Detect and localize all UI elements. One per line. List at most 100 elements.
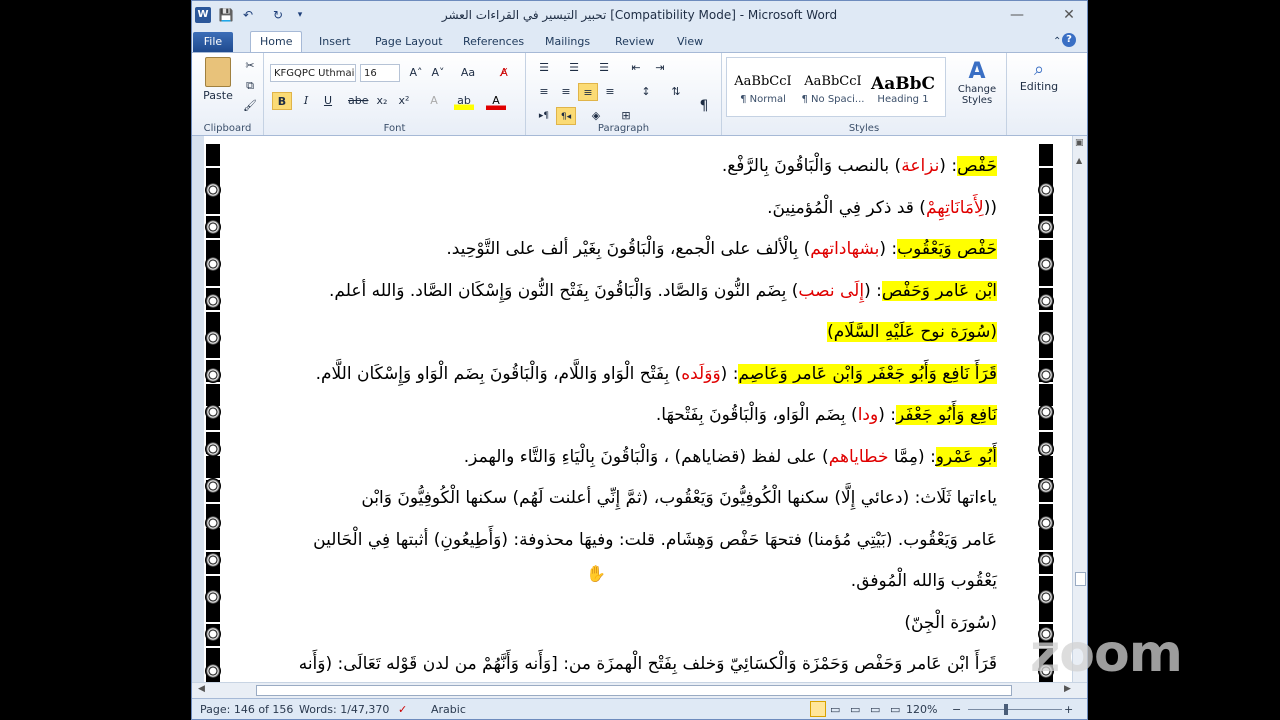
paste-icon — [205, 57, 231, 87]
text-run: : ( — [720, 363, 739, 384]
outline-icon[interactable]: ▭ — [870, 703, 880, 716]
editing-group: ⌕ Editing — [1007, 53, 1071, 135]
border-ornament — [205, 293, 221, 309]
tab-home[interactable]: Home — [250, 31, 303, 52]
tab-view[interactable]: View — [668, 32, 712, 52]
paste-button[interactable]: Paste — [200, 57, 236, 107]
grow-font-button[interactable]: A˄ — [406, 64, 426, 82]
tab-review[interactable]: Review — [606, 32, 663, 52]
shrink-font-button[interactable]: A˅ — [428, 64, 448, 82]
text-run: ) على لفظ (قضاياهم) ، وَالْبَاقُونَ بِال… — [463, 446, 829, 467]
tab-mailings[interactable]: Mailings — [536, 32, 599, 52]
proofing-icon[interactable]: ✓ — [398, 703, 407, 716]
document-line[interactable]: نَافِع وَأَبُو جَعْفَر: (ودا) بِضَم الْو… — [252, 395, 997, 437]
highlight-icon[interactable]: ab — [454, 92, 474, 110]
justify-icon[interactable]: ≡ — [600, 83, 620, 101]
zoom-out-icon[interactable]: − — [952, 703, 961, 716]
highlighted-text: ابْن عَامر وَحَفْص — [881, 280, 997, 301]
document-line[interactable]: قَرَأَ ابْن عَامر وَحَفْص وَحَمْزَة وَال… — [252, 644, 997, 682]
style-no-spacing[interactable]: AaBbCcI ¶ No Spaci... — [799, 64, 867, 120]
text-run: ) قد ذكر فِي الْمُؤمنِينَ. — [767, 197, 926, 218]
scroll-up-icon[interactable]: ▲ — [1076, 156, 1082, 165]
document-line[interactable]: قَرَأَ نَافِع وَأَبُو جَعْفَر وَابْن عَا… — [252, 354, 997, 396]
tab-file[interactable]: File — [193, 32, 233, 52]
sort-icon[interactable]: ⇅ — [666, 83, 686, 101]
full-screen-reading-icon[interactable]: ▭ — [830, 703, 840, 716]
scroll-right-icon[interactable]: ▶ — [1064, 684, 1071, 694]
styles-group: AaBbCcI ¶ Normal AaBbCcI ¶ No Spaci... A… — [722, 53, 1007, 135]
style-normal-name: ¶ Normal — [740, 94, 786, 105]
document-line[interactable]: حَفْص: (نزاعة) بالنصب وَالْبَاقُونَ بِال… — [252, 146, 997, 188]
bullets-icon[interactable]: ☰ — [534, 59, 554, 77]
zoom-slider-thumb[interactable] — [1004, 704, 1008, 715]
document-line[interactable]: ياءاتها ثَلَاث: (دعائي إِلَّا) سكنها الْ… — [252, 478, 997, 520]
strikethrough-button[interactable]: abe — [348, 92, 369, 110]
format-painter-icon[interactable]: 🖌 — [240, 97, 260, 115]
border-ornament — [1038, 552, 1054, 568]
increase-indent-icon[interactable]: ⇥ — [650, 59, 670, 77]
align-center-icon[interactable]: ≡ — [556, 83, 576, 101]
editing-button[interactable]: ⌕ Editing — [1015, 59, 1063, 93]
print-layout-icon[interactable] — [810, 701, 826, 717]
page-count[interactable]: Page: 146 of 156 — [200, 703, 293, 716]
ruler-toggle-icon[interactable]: ▣ — [1075, 138, 1084, 148]
text-effects-icon[interactable]: A — [424, 92, 444, 110]
line-spacing-icon[interactable]: ↕ — [636, 83, 656, 101]
close-button[interactable]: ✕ — [1054, 5, 1084, 25]
vertical-scroll-thumb[interactable] — [1075, 572, 1086, 586]
scroll-left-icon[interactable]: ◀ — [198, 684, 205, 694]
change-case-button[interactable]: Aa — [458, 64, 478, 82]
clear-formatting-icon[interactable]: A̸ — [494, 64, 514, 82]
border-ornament — [205, 626, 221, 642]
zoom-in-icon[interactable]: + — [1064, 703, 1073, 716]
font-color-icon[interactable]: A — [486, 92, 506, 110]
underline-button[interactable]: U — [318, 92, 338, 110]
maximize-button[interactable] — [1005, 5, 1035, 25]
font-size-select[interactable]: 16 — [360, 64, 400, 82]
tab-page-layout[interactable]: Page Layout — [366, 32, 452, 52]
change-styles-button[interactable]: A Change Styles — [952, 59, 1002, 117]
red-text: ودا — [857, 405, 879, 425]
document-line[interactable]: (سُورَة الْجِنّ) — [252, 603, 997, 645]
text-run: عَامر وَيَعْقُوب. (بَيْتِي مُؤمنا) فتحهَ… — [313, 529, 997, 550]
web-layout-icon[interactable]: ▭ — [850, 703, 860, 716]
font-name-select[interactable]: KFGQPC Uthmai — [270, 64, 356, 82]
horizontal-scrollbar[interactable]: ◀ ▶ — [192, 682, 1087, 698]
superscript-button[interactable]: x² — [394, 92, 414, 110]
language-indicator[interactable]: Arabic — [431, 703, 466, 716]
cut-icon[interactable]: ✂ — [240, 57, 260, 75]
bold-button[interactable]: B — [272, 92, 292, 110]
change-styles-label: Change Styles — [957, 84, 997, 106]
draft-icon[interactable]: ▭ — [890, 703, 900, 716]
border-ornament — [1038, 589, 1054, 605]
border-ornament — [205, 182, 221, 198]
style-normal[interactable]: AaBbCcI ¶ Normal — [729, 64, 797, 120]
document-line[interactable]: حَفْص وَيَعْقُوب: (بشهاداتهم) بِالْألف ع… — [252, 229, 997, 271]
horizontal-scroll-thumb[interactable] — [256, 685, 1012, 696]
multilevel-list-icon[interactable]: ☰ — [594, 59, 614, 77]
help-icon[interactable]: ? — [1062, 33, 1076, 47]
document-line[interactable]: ((لِأَمَانَاتِهِمْ) قد ذكر فِي الْمُؤمنِ… — [252, 188, 997, 230]
zoom-slider[interactable] — [968, 709, 1062, 710]
document-text[interactable]: حَفْص: (نزاعة) بالنصب وَالْبَاقُونَ بِال… — [252, 146, 997, 682]
document-area[interactable]: حَفْص: (نزاعة) بالنصب وَالْبَاقُونَ بِال… — [192, 136, 1072, 682]
zoom-level[interactable]: 120% — [906, 703, 937, 716]
style-heading-1[interactable]: AaBbC Heading 1 — [869, 64, 937, 120]
subscript-button[interactable]: x₂ — [372, 92, 392, 110]
align-right-icon[interactable]: ≡ — [578, 83, 598, 101]
vertical-scrollbar[interactable]: ▣ ▲ — [1072, 136, 1087, 682]
align-left-icon[interactable]: ≡ — [534, 83, 554, 101]
italic-button[interactable]: I — [296, 92, 316, 110]
copy-icon[interactable]: ⧉ — [240, 77, 260, 95]
tab-references[interactable]: References — [454, 32, 533, 52]
show-marks-button[interactable]: ¶ — [694, 97, 714, 115]
decrease-indent-icon[interactable]: ⇤ — [626, 59, 646, 77]
document-line[interactable]: عَامر وَيَعْقُوب. (بَيْتِي مُؤمنا) فتحهَ… — [252, 520, 997, 562]
document-line[interactable]: يَعْقُوب وَالله الْمُوفق. — [252, 561, 997, 603]
document-line[interactable]: (سُورَة نوح عَلَيْهِ السَّلَام) — [252, 312, 997, 354]
document-line[interactable]: أَبُو عَمْرو: (مِمَّا خطاياهم) على لفظ (… — [252, 437, 997, 479]
tab-insert[interactable]: Insert — [310, 32, 360, 52]
document-line[interactable]: ابْن عَامر وَحَفْص: (إِلَى نصب) بِضَم ال… — [252, 271, 997, 313]
word-count[interactable]: Words: 1/47,370 — [299, 703, 389, 716]
numbering-icon[interactable]: ☰ — [564, 59, 584, 77]
